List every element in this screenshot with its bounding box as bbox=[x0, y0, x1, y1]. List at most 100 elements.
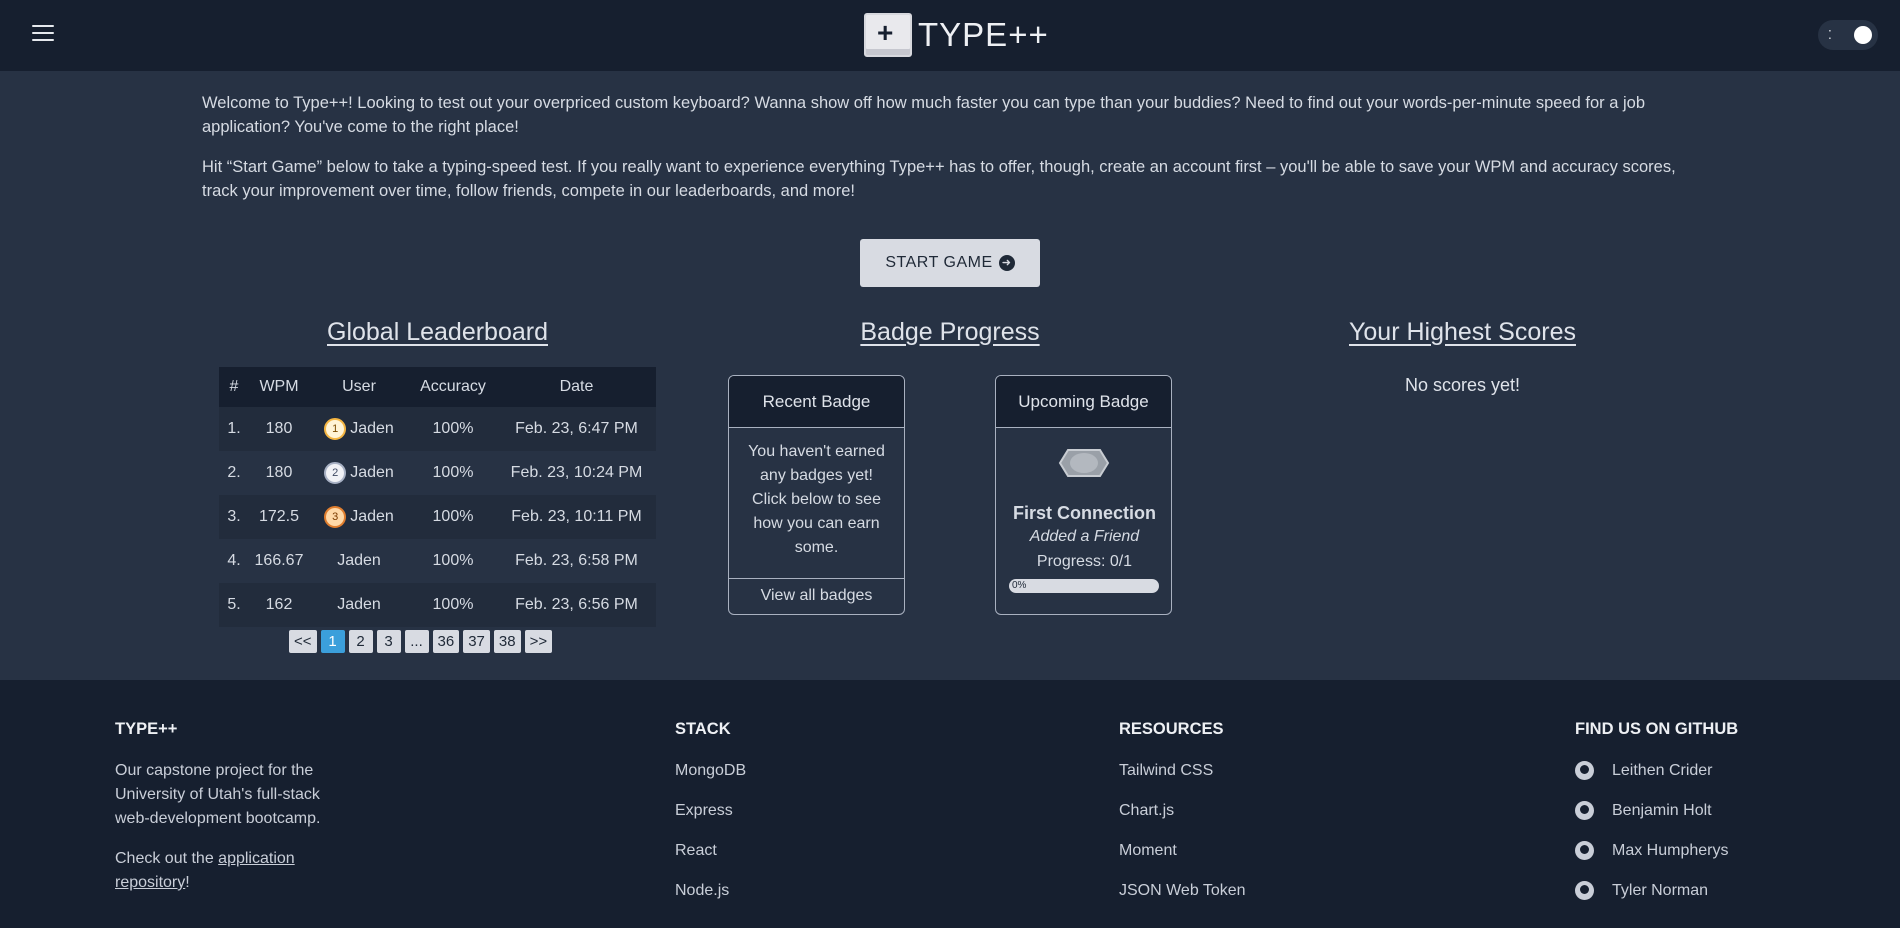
user-cell: Jaden bbox=[309, 583, 409, 627]
github-icon bbox=[1575, 841, 1594, 860]
hamburger-menu-icon[interactable] bbox=[32, 25, 54, 43]
footer-about-cta: Check out the application repository! bbox=[115, 847, 355, 895]
upcoming-badge-progress-text: Progress: 0/1 bbox=[1036, 553, 1133, 570]
user-cell: 3 Jaden bbox=[309, 495, 409, 539]
github-link-label: Tyler Norman bbox=[1612, 882, 1709, 899]
footer-github: FIND US ON GITHUB Leithen Crider Benjami… bbox=[1575, 720, 1738, 919]
upcoming-badge-name: First Connection bbox=[1013, 503, 1156, 523]
github-link-benjamin[interactable]: Benjamin Holt bbox=[1575, 799, 1738, 839]
page-38-button[interactable]: 38 bbox=[493, 630, 521, 653]
rank-cell: 1. bbox=[219, 407, 249, 451]
badge-shield-icon bbox=[1058, 449, 1110, 477]
resource-link-chartjs[interactable]: Chart.js bbox=[1119, 799, 1246, 839]
upcoming-badge-card: Upcoming Badge First Connection Added a … bbox=[995, 375, 1172, 615]
highest-scores-title: Your Highest Scores bbox=[1349, 318, 1576, 346]
theme-toggle[interactable]: ⁚ bbox=[1818, 20, 1878, 50]
recent-badge-body: You haven't earned any badges yet! Click… bbox=[748, 443, 885, 556]
resource-link-tailwind[interactable]: Tailwind CSS bbox=[1119, 759, 1246, 799]
accuracy-cell: 100% bbox=[409, 451, 497, 495]
user-name-link[interactable]: Jaden bbox=[350, 508, 394, 526]
intro-paragraph-2: Hit “Start Game” below to take a typing-… bbox=[202, 158, 1676, 200]
col-date: Date bbox=[497, 367, 656, 407]
accuracy-cell: 100% bbox=[409, 407, 497, 451]
date-cell: Feb. 23, 6:56 PM bbox=[497, 583, 656, 627]
github-link-max[interactable]: Max Humpherys bbox=[1575, 839, 1738, 879]
page-3-button[interactable]: 3 bbox=[376, 630, 401, 653]
recent-badge-card: Recent Badge You haven't earned any badg… bbox=[728, 375, 905, 615]
badge-progress-title: Badge Progress bbox=[860, 318, 1040, 346]
plus-keycap-icon: + bbox=[864, 13, 912, 57]
header: + TYPE++ ⁚ bbox=[0, 0, 1900, 71]
silver-medal-icon: 2 bbox=[324, 462, 347, 484]
rank-cell: 5. bbox=[219, 583, 249, 627]
col-wpm: WPM bbox=[249, 367, 309, 407]
no-scores-text: No scores yet! bbox=[1404, 375, 1521, 395]
col-rank: # bbox=[219, 367, 249, 407]
footer-stack-title: STACK bbox=[675, 720, 731, 738]
footer-about-description: Our capstone project for the University … bbox=[115, 762, 321, 827]
leaderboard-table: # WPM User Accuracy Date 1. 180 1 Jaden 1… bbox=[219, 367, 656, 627]
footer-github-title: FIND US ON GITHUB bbox=[1575, 720, 1739, 738]
stack-link-mongodb[interactable]: MongoDB bbox=[675, 759, 746, 799]
cta-prefix: Check out the bbox=[115, 850, 219, 867]
user-cell: 1 Jaden bbox=[309, 407, 409, 451]
logo[interactable]: + TYPE++ bbox=[864, 12, 1049, 58]
github-icon bbox=[1575, 801, 1594, 820]
user-name-link[interactable]: Jaden bbox=[350, 464, 394, 482]
stack-link-express[interactable]: Express bbox=[675, 799, 746, 839]
date-cell: Feb. 23, 6:47 PM bbox=[497, 407, 656, 451]
accuracy-cell: 100% bbox=[409, 539, 497, 583]
pagination: << 1 2 3 ... 36 37 38 >> bbox=[289, 630, 553, 653]
footer-stack: STACK MongoDB Express React Node.js bbox=[675, 720, 746, 919]
footer-resources-title: RESOURCES bbox=[1119, 720, 1224, 738]
user-name-link[interactable]: Jaden bbox=[337, 596, 381, 613]
github-link-label: Leithen Crider bbox=[1612, 762, 1713, 779]
github-link-label: Max Humpherys bbox=[1612, 842, 1729, 859]
wpm-cell: 166.67 bbox=[249, 539, 309, 583]
page-2-button[interactable]: 2 bbox=[348, 630, 373, 653]
upcoming-badge-header: Upcoming Badge bbox=[996, 376, 1171, 428]
table-header-row: # WPM User Accuracy Date bbox=[219, 367, 656, 407]
page-37-button[interactable]: 37 bbox=[463, 630, 490, 653]
bronze-medal-icon: 3 bbox=[324, 506, 347, 528]
resource-link-moment[interactable]: Moment bbox=[1119, 839, 1246, 879]
intro-paragraph-1: Welcome to Type++! Looking to test out y… bbox=[202, 94, 1646, 136]
date-cell: Feb. 23, 10:11 PM bbox=[497, 495, 656, 539]
table-row: 5. 162 Jaden 100% Feb. 23, 6:56 PM bbox=[219, 583, 656, 627]
gold-medal-icon: 1 bbox=[324, 418, 347, 440]
page-1-button[interactable]: 1 bbox=[320, 630, 345, 653]
table-row: 4. 166.67 Jaden 100% Feb. 23, 6:58 PM bbox=[219, 539, 656, 583]
wpm-cell: 180 bbox=[249, 451, 309, 495]
arrow-right-circle-icon: ➜ bbox=[998, 255, 1015, 271]
github-link-tyler[interactable]: Tyler Norman bbox=[1575, 879, 1738, 919]
table-row: 1. 180 1 Jaden 100% Feb. 23, 6:47 PM bbox=[219, 407, 656, 451]
table-row: 3. 172.5 3 Jaden 100% Feb. 23, 10:11 PM bbox=[219, 495, 656, 539]
resource-link-jwt[interactable]: JSON Web Token bbox=[1119, 879, 1246, 919]
col-accuracy: Accuracy bbox=[409, 367, 497, 407]
upcoming-badge-description: Added a Friend bbox=[1029, 528, 1140, 545]
page-last-button[interactable]: >> bbox=[524, 630, 553, 653]
github-link-leithen[interactable]: Leithen Crider bbox=[1575, 759, 1738, 799]
stack-link-nodejs[interactable]: Node.js bbox=[675, 879, 746, 919]
page-first-button[interactable]: << bbox=[289, 630, 317, 653]
start-game-button[interactable]: START GAME ➜ bbox=[860, 239, 1040, 287]
page-ellipsis: ... bbox=[404, 630, 429, 653]
user-name-link[interactable]: Jaden bbox=[350, 420, 394, 438]
footer-about-title: TYPE++ bbox=[115, 720, 178, 738]
wpm-cell: 172.5 bbox=[249, 495, 309, 539]
progress-bar: 0% bbox=[1009, 579, 1159, 593]
recent-badge-header: Recent Badge bbox=[729, 376, 904, 428]
col-user: User bbox=[309, 367, 409, 407]
user-name-link[interactable]: Jaden bbox=[337, 552, 381, 569]
progress-bar-label: 0% bbox=[1012, 580, 1027, 591]
cta-suffix: ! bbox=[185, 874, 190, 891]
page-36-button[interactable]: 36 bbox=[432, 630, 460, 653]
stack-link-react[interactable]: React bbox=[675, 839, 746, 879]
rank-cell: 2. bbox=[219, 451, 249, 495]
rank-cell: 3. bbox=[219, 495, 249, 539]
github-icon bbox=[1575, 881, 1594, 900]
view-all-badges-link[interactable]: View all badges bbox=[729, 578, 904, 614]
accuracy-cell: 100% bbox=[409, 583, 497, 627]
user-cell: Jaden bbox=[309, 539, 409, 583]
stars-icon: ⁚ bbox=[1828, 28, 1832, 42]
